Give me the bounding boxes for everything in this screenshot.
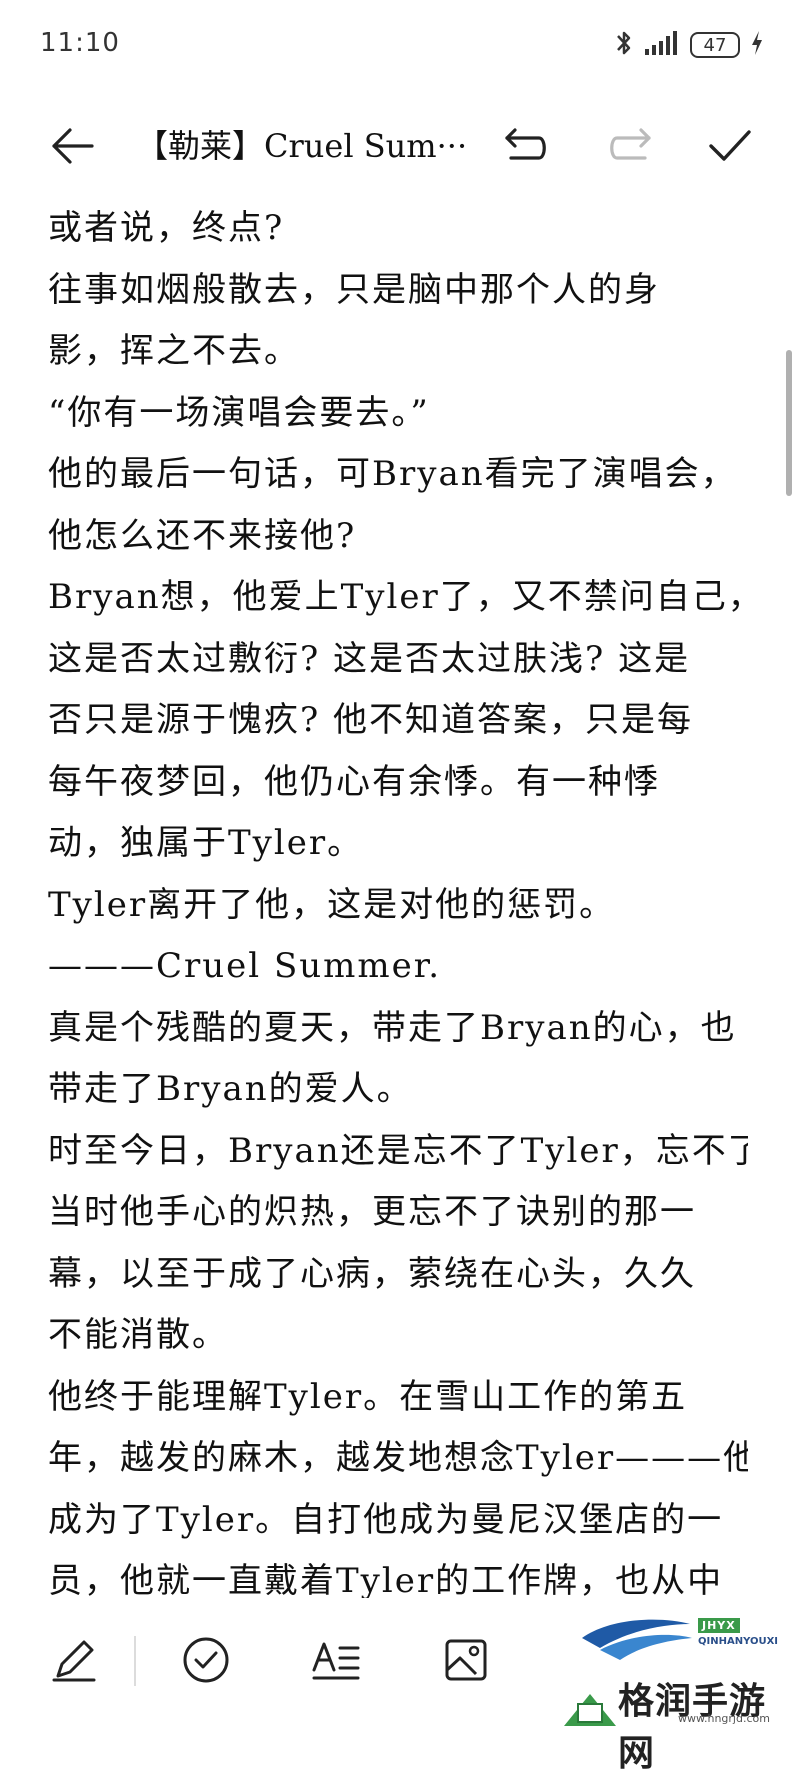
battery-icon: 47 (690, 32, 740, 58)
status-time: 11:10 (40, 28, 120, 58)
text-line: Bryan想，他爱上Tyler了，又不禁问自己， (48, 577, 748, 617)
text-line: 每午夜梦回，他仍心有余悸。有一种悸 (48, 761, 660, 802)
image-icon[interactable] (436, 1630, 496, 1690)
text-line: 否只是源于愧疚? 他不知道答案，只是每 (48, 700, 694, 740)
bluetooth-icon (614, 28, 634, 62)
text-line: 或者说，终点? (48, 208, 285, 248)
text-line: 带走了Bryan的爱人。 (48, 1069, 413, 1109)
checklist-icon[interactable] (176, 1630, 236, 1690)
document-title: 【勒莱】Cruel Sum··· (136, 127, 468, 165)
text-format-icon[interactable] (306, 1630, 366, 1690)
back-arrow-icon[interactable] (44, 118, 100, 174)
text-line: 员，他就一直戴着Tyler的工作牌，也从中 (48, 1561, 724, 1598)
text-line: Tyler离开了他，这是对他的惩罚。 (48, 884, 616, 925)
text-line: 往事如烟般散去，只是脑中那个人的身 (48, 269, 660, 310)
text-line: ———Cruel Summer. (48, 946, 442, 986)
text-line: 影，挥之不去。 (48, 331, 300, 371)
text-line: 不能消散。 (48, 1315, 228, 1355)
toolbar-divider (134, 1636, 136, 1686)
pen-icon[interactable] (44, 1630, 104, 1690)
text-line: 幕，以至于成了心病，萦绕在心头，久久 (48, 1253, 696, 1294)
text-line: 真是个残酷的夏天，带走了Bryan的心，也 (48, 1007, 737, 1048)
check-icon[interactable] (702, 118, 758, 174)
watermark-caption: QINHANYOUXI (698, 1636, 779, 1647)
text-line: 他怎么还不来接他? (48, 515, 357, 556)
status-icons: 47 (614, 28, 764, 62)
text-line: 这是否太过敷衍? 这是否太过肤浅? 这是 (48, 638, 691, 679)
text-line: 他的最后一句话，可Bryan看完了演唱会， (48, 454, 737, 494)
site-watermark: JHYX QINHANYOUXI 格润手游网 www.hngrjd.com (560, 1608, 800, 1774)
redo-icon[interactable] (602, 118, 658, 174)
scrollbar[interactable] (786, 350, 792, 496)
text-line: 时至今日，Bryan还是忘不了Tyler，忘不了 (48, 1130, 748, 1171)
undo-icon[interactable] (498, 118, 554, 174)
text-line: 他终于能理解Tyler。在雪山工作的第五 (48, 1376, 688, 1417)
watermark-url: www.hngrjd.com (678, 1712, 770, 1725)
editor-toolbar: 【勒莱】Cruel Sum··· (0, 100, 800, 190)
note-content[interactable]: 或者说，终点? 往事如烟般散去，只是脑中那个人的身 影，挥之不去。 “你有一场演… (48, 198, 748, 1598)
signal-icon (644, 29, 680, 61)
text-line: 年，越发的麻木，越发地想念Tyler———他 (48, 1438, 748, 1478)
status-bar: 11:10 47 (0, 0, 800, 90)
charging-icon (750, 30, 764, 60)
watermark-badge: JHYX (698, 1618, 740, 1633)
text-line: 成为了Tyler。自打他成为曼尼汉堡店的一 (48, 1499, 724, 1540)
text-line: “你有一场演唱会要去。” (48, 392, 430, 433)
text-line: 动，独属于Tyler。 (48, 823, 364, 863)
text-line: 当时他手心的炽热，更忘不了诀别的那一 (48, 1192, 696, 1232)
